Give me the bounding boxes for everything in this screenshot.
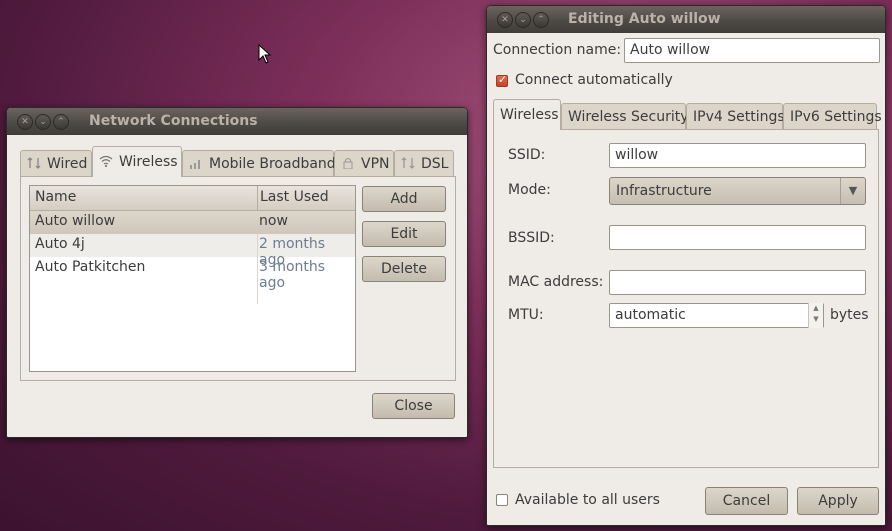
ssid-input[interactable]: willow — [609, 143, 866, 168]
mode-dropdown[interactable]: Infrastructure ▼ — [609, 177, 866, 205]
connect-automatically-label[interactable]: Connect automatically — [515, 72, 673, 88]
wired-icon — [27, 157, 41, 169]
mtu-label: MTU: — [508, 307, 544, 323]
tab-wired[interactable]: Wired — [20, 150, 92, 177]
chevron-down-icon: ▼ — [840, 178, 865, 204]
close-window-icon[interactable]: ✕ — [17, 114, 33, 130]
tab-ipv6-settings[interactable]: IPv6 Settings — [783, 103, 882, 130]
window-title: Editing Auto willow — [568, 11, 721, 27]
bssid-input[interactable] — [609, 225, 866, 250]
signal-bars-icon — [190, 160, 200, 169]
tab-wireless[interactable]: Wireless — [92, 146, 182, 177]
tab-label: DSL — [421, 156, 449, 172]
connections-list[interactable]: Name Last Used Auto willow now Auto 4j 2… — [29, 185, 356, 372]
wifi-icon — [99, 155, 113, 167]
list-item[interactable]: Auto willow now — [30, 211, 355, 234]
list-item[interactable]: Auto 4j 2 months ago — [30, 234, 355, 268]
cancel-button[interactable]: Cancel — [705, 487, 788, 515]
close-button[interactable]: Close — [372, 393, 455, 419]
mode-value: Infrastructure — [616, 183, 712, 199]
available-to-all-users-label[interactable]: Available to all users — [515, 492, 660, 508]
connection-name-label: Connection name: — [493, 42, 622, 58]
edit-button[interactable]: Edit — [362, 221, 446, 247]
minimize-window-icon[interactable]: ⌄ — [35, 114, 51, 130]
bssid-label: BSSID: — [508, 230, 555, 246]
maximize-window-icon[interactable]: ⌃ — [533, 12, 549, 28]
connection-last-used: 3 months ago — [259, 259, 326, 291]
tab-label: Mobile Broadband — [209, 156, 336, 172]
ssid-label: SSID: — [508, 147, 546, 163]
titlebar: ✕ ⌄ ⌃ Editing Auto willow — [487, 6, 885, 33]
window-title: Network Connections — [89, 113, 258, 129]
list-item[interactable]: Auto Patkitchen 3 months ago — [30, 257, 355, 291]
mtu-spinbutton[interactable]: automatic ▲ ▼ — [609, 303, 824, 328]
tab-wireless-security[interactable]: Wireless Security — [561, 103, 689, 130]
mac-address-label: MAC address: — [508, 274, 604, 290]
column-divider — [257, 234, 258, 304]
connection-name: Auto 4j — [35, 236, 85, 252]
mac-address-input[interactable] — [609, 270, 866, 295]
tab-wireless[interactable]: Wireless — [493, 99, 561, 130]
spin-arrows-icon[interactable]: ▲ ▼ — [808, 303, 823, 328]
column-header-name[interactable]: Name — [35, 189, 76, 205]
mtu-unit-label: bytes — [830, 307, 869, 323]
maximize-window-icon[interactable]: ⌃ — [53, 114, 69, 130]
connect-automatically-checkbox[interactable] — [496, 73, 508, 87]
tab-vpn[interactable]: VPN — [334, 150, 394, 177]
connection-name: Auto willow — [35, 213, 116, 229]
column-header-last-used[interactable]: Last Used — [260, 189, 329, 205]
connection-name-input[interactable]: Auto willow — [624, 38, 880, 63]
tab-ipv4-settings[interactable]: IPv4 Settings — [686, 103, 785, 130]
mode-label: Mode: — [508, 182, 551, 198]
tab-label: VPN — [361, 156, 390, 172]
apply-button[interactable]: Apply — [797, 487, 879, 515]
lock-icon — [343, 158, 353, 169]
connection-last-used: now — [259, 213, 288, 229]
tab-dsl[interactable]: DSL — [394, 150, 454, 177]
titlebar: ✕ ⌄ ⌃ Network Connections — [7, 108, 467, 135]
tab-mobile-broadband[interactable]: Mobile Broadband — [182, 150, 336, 177]
available-to-all-users-checkbox[interactable] — [496, 494, 508, 506]
mouse-pointer-icon — [258, 44, 272, 64]
close-window-icon[interactable]: ✕ — [497, 12, 513, 28]
minimize-window-icon[interactable]: ⌄ — [515, 12, 531, 28]
connection-name: Auto Patkitchen — [35, 259, 146, 275]
dsl-icon — [401, 157, 415, 169]
network-connections-window: ✕ ⌄ ⌃ Network Connections Wired Wireless… — [6, 107, 468, 438]
tab-label: Wired — [47, 156, 88, 172]
tab-label: Wireless — [119, 154, 178, 170]
delete-button[interactable]: Delete — [362, 256, 446, 282]
mtu-value: automatic — [615, 307, 686, 323]
edit-connection-window: ✕ ⌄ ⌃ Editing Auto willow Connection nam… — [486, 5, 886, 526]
add-button[interactable]: Add — [362, 186, 446, 212]
list-header: Name Last Used — [30, 186, 355, 211]
